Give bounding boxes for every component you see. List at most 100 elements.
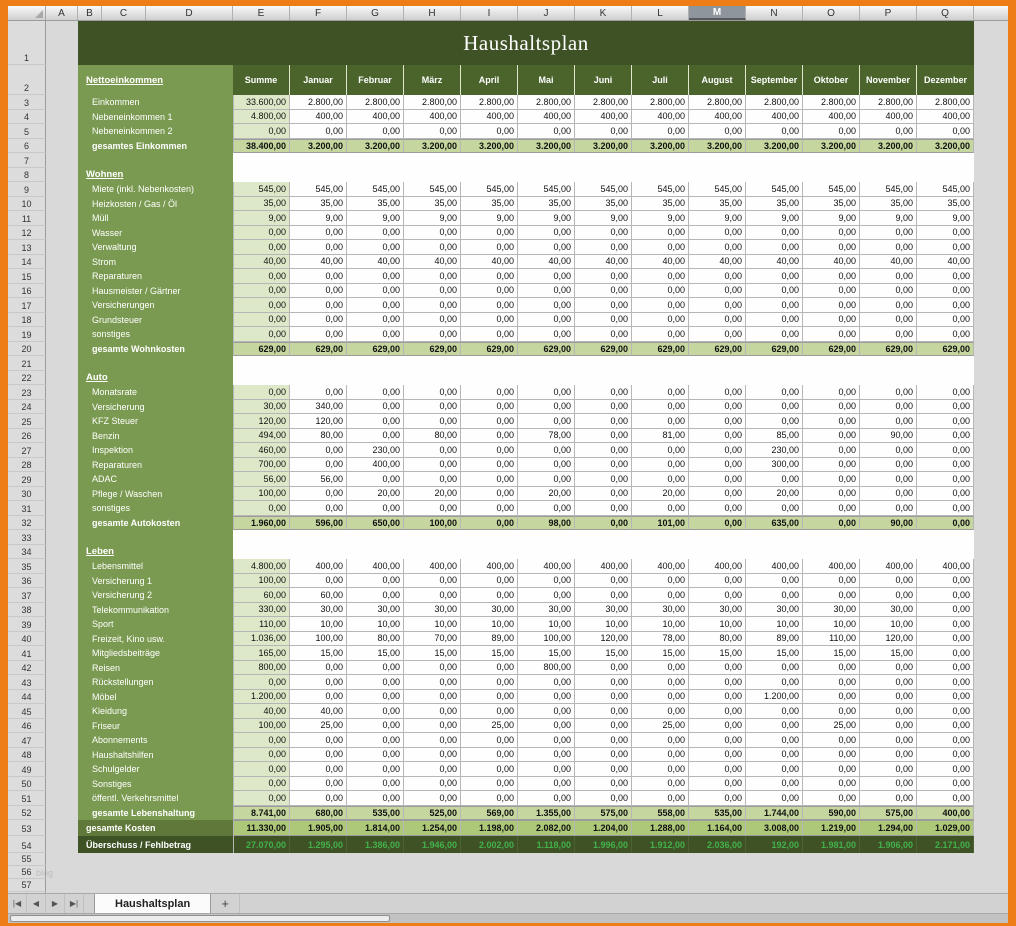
cell-H37[interactable]: 0,00 [404,588,461,603]
cell-K48[interactable]: 0,00 [575,748,632,763]
cell-label-48[interactable]: Haushaltshilfen [78,748,233,763]
cell-F27[interactable]: 0,00 [290,443,347,458]
cell-P29[interactable]: 0,00 [860,472,917,487]
row-header-13[interactable]: 13 [8,240,46,255]
cell-F40[interactable]: 100,00 [290,632,347,647]
cell-label-16[interactable]: Hausmeister / Gärtner [78,284,233,299]
cell-F42[interactable]: 0,00 [290,661,347,676]
cell-E35[interactable]: 4.800,00 [233,559,290,574]
cell-label-10[interactable]: Heizkosten / Gas / Öl [78,197,233,212]
cell-L17[interactable]: 0,00 [632,298,689,313]
cell-N9[interactable]: 545,00 [746,182,803,197]
cell-label-13[interactable]: Verwaltung [78,240,233,255]
cell-F19[interactable]: 0,00 [290,327,347,342]
cell-I12[interactable]: 0,00 [461,226,518,241]
cell-N20[interactable]: 629,00 [746,342,803,357]
cell-K52[interactable]: 575,00 [575,806,632,821]
cell-K3[interactable]: 2.800,00 [575,95,632,110]
cell-F37[interactable]: 60,00 [290,588,347,603]
cell-O43[interactable]: 0,00 [803,675,860,690]
row-header-8[interactable]: 8 [8,168,46,183]
cell-J31[interactable]: 0,00 [518,501,575,516]
cell-N40[interactable]: 89,00 [746,632,803,647]
cell-O26[interactable]: 0,00 [803,429,860,444]
row-header-20[interactable]: 20 [8,342,46,357]
cell-Q16[interactable]: 0,00 [917,284,974,299]
cell-I28[interactable]: 0,00 [461,458,518,473]
cell-G35[interactable]: 400,00 [347,559,404,574]
nav-next-sheet-icon[interactable]: ▶ [46,894,65,913]
cell-F4[interactable]: 400,00 [290,110,347,125]
cell-M37[interactable]: 0,00 [689,588,746,603]
cell-F53[interactable]: 1.905,00 [290,820,347,836]
cell-I25[interactable]: 0,00 [461,414,518,429]
cell-N53[interactable]: 3.008,00 [746,820,803,836]
cell-E28[interactable]: 700,00 [233,458,290,473]
cell-N15[interactable]: 0,00 [746,269,803,284]
row-header-44[interactable]: 44 [8,690,46,705]
cell-I19[interactable]: 0,00 [461,327,518,342]
cell-Q26[interactable]: 0,00 [917,429,974,444]
cell-F16[interactable]: 0,00 [290,284,347,299]
column-header-N[interactable]: N [746,6,803,20]
row-header-45[interactable]: 45 [8,704,46,719]
cell-N16[interactable]: 0,00 [746,284,803,299]
cell-K10[interactable]: 35,00 [575,197,632,212]
cell-O11[interactable]: 9,00 [803,211,860,226]
cell-E50[interactable]: 0,00 [233,777,290,792]
cell-F50[interactable]: 0,00 [290,777,347,792]
cell-N32[interactable]: 635,00 [746,516,803,531]
cell-O35[interactable]: 400,00 [803,559,860,574]
cell-G17[interactable]: 0,00 [347,298,404,313]
cell-J29[interactable]: 0,00 [518,472,575,487]
cell-Q12[interactable]: 0,00 [917,226,974,241]
cell-Q45[interactable]: 0,00 [917,704,974,719]
cell-L39[interactable]: 10,00 [632,617,689,632]
cell-J36[interactable]: 0,00 [518,574,575,589]
cell-O6[interactable]: 3.200,00 [803,139,860,154]
cell-L30[interactable]: 20,00 [632,487,689,502]
cell-H48[interactable]: 0,00 [404,748,461,763]
cell-label-54[interactable]: Überschuss / Fehlbetrag [78,836,233,853]
row-header-23[interactable]: 23 [8,385,46,400]
cell-F51[interactable]: 0,00 [290,791,347,806]
cell-N49[interactable]: 0,00 [746,762,803,777]
cell-F10[interactable]: 35,00 [290,197,347,212]
cell-E12[interactable]: 0,00 [233,226,290,241]
cell-label-38[interactable]: Telekommunikation [78,603,233,618]
cell-E46[interactable]: 100,00 [233,719,290,734]
cell-J13[interactable]: 0,00 [518,240,575,255]
cell-label-2[interactable]: Nettoeinkommen [78,65,233,95]
cell-P53[interactable]: 1.294,00 [860,820,917,836]
cell-O27[interactable]: 0,00 [803,443,860,458]
cell-H14[interactable]: 40,00 [404,255,461,270]
cell-H6[interactable]: 3.200,00 [404,139,461,154]
column-header-I[interactable]: I [461,6,518,20]
cell-G28[interactable]: 400,00 [347,458,404,473]
scrollbar-thumb[interactable] [10,915,390,922]
cell-M30[interactable]: 0,00 [689,487,746,502]
cell-F28[interactable]: 0,00 [290,458,347,473]
cell-M9[interactable]: 545,00 [689,182,746,197]
cell-J46[interactable]: 0,00 [518,719,575,734]
cell-P32[interactable]: 90,00 [860,516,917,531]
cell-G9[interactable]: 545,00 [347,182,404,197]
cell-F39[interactable]: 10,00 [290,617,347,632]
cell-F3[interactable]: 2.800,00 [290,95,347,110]
row-header-10[interactable]: 10 [8,197,46,212]
cell-Q31[interactable]: 0,00 [917,501,974,516]
cell-M52[interactable]: 535,00 [689,806,746,821]
row-header-1[interactable]: 1 [8,21,46,65]
cell-M28[interactable]: 0,00 [689,458,746,473]
cell-H32[interactable]: 100,00 [404,516,461,531]
row-header-47[interactable]: 47 [8,733,46,748]
cell-H44[interactable]: 0,00 [404,690,461,705]
cell-K18[interactable]: 0,00 [575,313,632,328]
cell-M41[interactable]: 15,00 [689,646,746,661]
cell-M13[interactable]: 0,00 [689,240,746,255]
cell-L54[interactable]: 1.912,00 [632,836,689,853]
column-header-cell-Juni[interactable]: Juni [575,65,632,95]
cell-I52[interactable]: 569,00 [461,806,518,821]
cell-L4[interactable]: 400,00 [632,110,689,125]
cell-M25[interactable]: 0,00 [689,414,746,429]
